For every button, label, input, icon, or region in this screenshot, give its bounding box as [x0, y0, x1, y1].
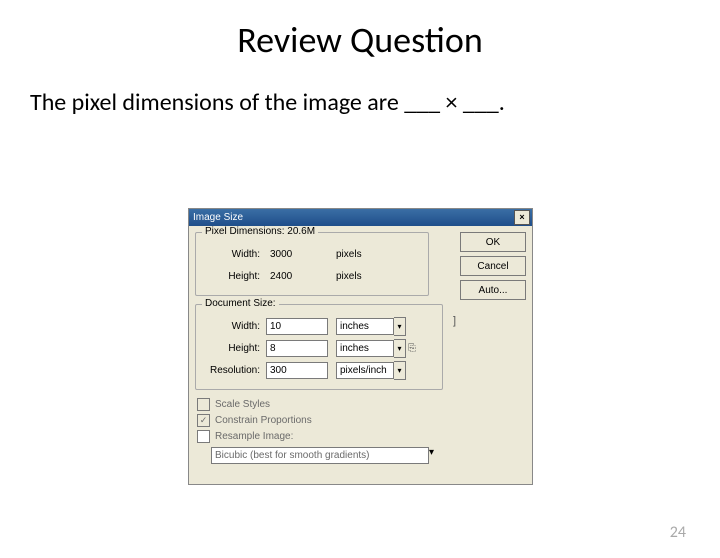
- doc-width-label: Width:: [202, 321, 260, 332]
- px-width-unit: pixels: [336, 249, 406, 260]
- resample-checkbox[interactable]: [197, 430, 210, 443]
- resample-row: Resample Image:: [197, 430, 526, 443]
- auto-button[interactable]: Auto...: [460, 280, 526, 300]
- doc-width-unit-select[interactable]: inches ▾: [336, 317, 406, 336]
- scale-styles-checkbox: [197, 398, 210, 411]
- pixel-group-legend: Pixel Dimensions: 20.6M: [202, 226, 318, 237]
- resolution-unit-value: pixels/inch: [336, 362, 394, 379]
- resample-method-value: Bicubic (best for smooth gradients): [211, 447, 429, 464]
- constrain-row: ✓ Constrain Proportions: [197, 414, 526, 427]
- doc-height-label: Height:: [202, 343, 260, 354]
- doc-group-legend: Document Size:: [202, 298, 279, 309]
- doc-height-input[interactable]: 8: [266, 340, 328, 357]
- scale-styles-label: Scale Styles: [215, 399, 270, 410]
- cancel-button[interactable]: Cancel: [460, 256, 526, 276]
- close-button[interactable]: ×: [514, 210, 530, 225]
- px-width-label: Width:: [202, 249, 260, 260]
- resolution-label: Resolution:: [202, 365, 260, 376]
- chevron-down-icon: ▾: [429, 447, 434, 464]
- doc-height-unit-select[interactable]: inches ▾: [336, 339, 406, 358]
- question-text: The pixel dimensions of the image are __…: [30, 88, 720, 117]
- page-number: 24: [670, 523, 686, 542]
- resample-method-select[interactable]: Bicubic (best for smooth gradients) ▾: [211, 447, 526, 464]
- scale-styles-row: Scale Styles: [197, 398, 526, 411]
- slide-title: Review Question: [0, 18, 720, 62]
- doc-height-unit-value: inches: [336, 340, 394, 357]
- constrain-checkbox: ✓: [197, 414, 210, 427]
- dialog-titlebar: Image Size ×: [189, 209, 532, 226]
- px-width-value: 3000: [266, 248, 328, 261]
- resolution-unit-select[interactable]: pixels/inch ▾: [336, 361, 406, 380]
- px-height-label: Height:: [202, 271, 260, 282]
- resample-label: Resample Image:: [215, 431, 293, 442]
- ok-button[interactable]: OK: [460, 232, 526, 252]
- doc-width-input[interactable]: 10: [266, 318, 328, 335]
- image-size-dialog: Image Size × OK Cancel Auto... Pixel Dim…: [188, 208, 533, 485]
- px-height-unit: pixels: [336, 271, 406, 282]
- resolution-input[interactable]: 300: [266, 362, 328, 379]
- chevron-down-icon: ▾: [394, 361, 406, 380]
- doc-width-unit-value: inches: [336, 318, 394, 335]
- pixel-dimensions-group: Pixel Dimensions: 20.6M Width: 3000 pixe…: [195, 232, 429, 296]
- constrain-label: Constrain Proportions: [215, 415, 312, 426]
- chevron-down-icon: ▾: [394, 339, 406, 358]
- px-height-value: 2400: [266, 270, 328, 283]
- constrain-link-icon: ]: [453, 315, 456, 327]
- chevron-down-icon: ▾: [394, 317, 406, 336]
- link-icon: ⎘: [408, 343, 416, 354]
- dialog-title: Image Size: [193, 212, 243, 223]
- document-size-group: Document Size: Width: 10 inches ▾ Height…: [195, 304, 443, 390]
